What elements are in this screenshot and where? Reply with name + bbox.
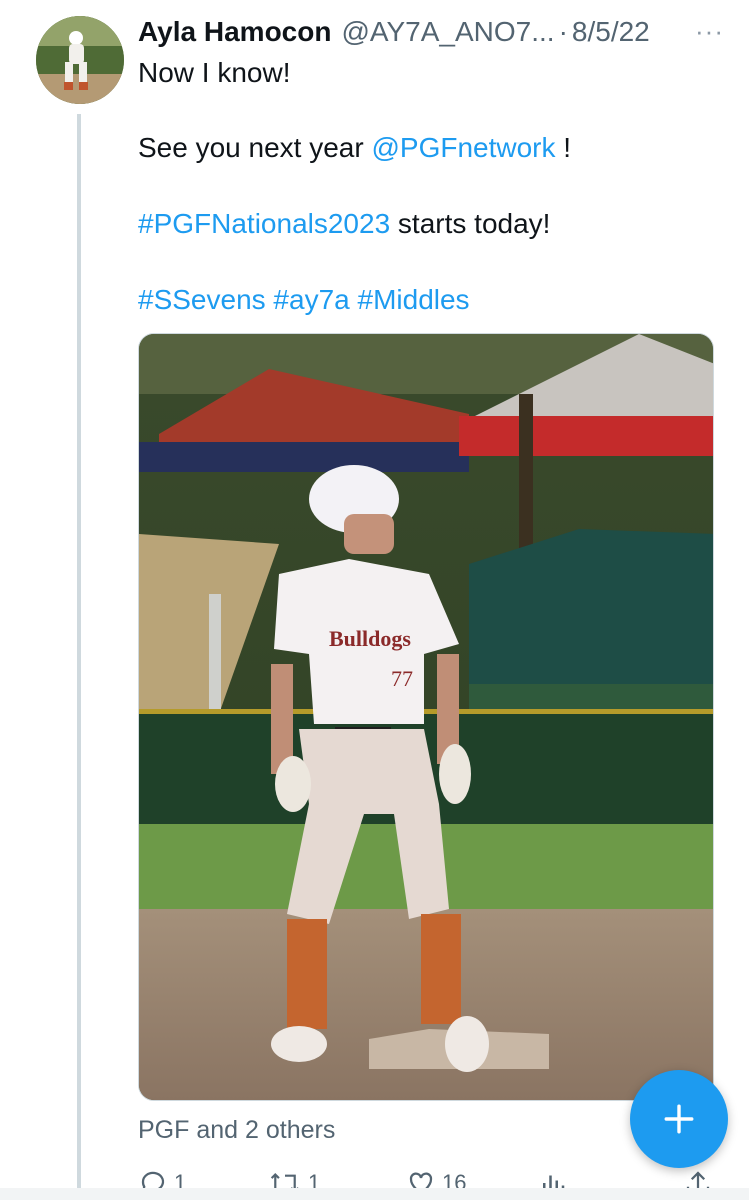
hashtag-link[interactable]: #SSevens	[138, 284, 266, 315]
mention-link[interactable]: @PGFnetwork	[371, 132, 555, 163]
tweet-text: See you next year	[138, 132, 372, 163]
plus-icon	[664, 1104, 694, 1134]
hashtag-link[interactable]: #PGFNationals2023	[138, 208, 390, 239]
hashtag-link[interactable]: #Middles	[358, 284, 470, 315]
tweet-line-3: #PGFNationals2023 starts today!	[138, 206, 550, 242]
hashtag-link[interactable]: #ay7a	[273, 284, 349, 315]
tweet-line-2: See you next year @PGFnetwork !	[138, 130, 571, 166]
tweet-header: Ayla Hamocon @AY7A_ANO7... · 8/5/22 ···	[138, 14, 728, 50]
author-handle[interactable]: @AY7A_ANO7...	[341, 16, 554, 48]
thread-line	[77, 114, 81, 1200]
author-avatar[interactable]	[36, 16, 124, 104]
header-separator: ·	[558, 16, 568, 47]
avatar-photo	[36, 16, 124, 104]
author-name[interactable]: Ayla Hamocon	[138, 16, 331, 48]
compose-button[interactable]	[630, 1070, 728, 1168]
tweet-date[interactable]: 8/5/22	[572, 16, 650, 48]
svg-text:77: 77	[391, 666, 413, 691]
tweet-text: starts today!	[390, 208, 551, 239]
svg-text:Bulldogs: Bulldogs	[329, 626, 411, 651]
softball-player-photo: Bulldogs 77	[139, 334, 713, 1100]
tweet-line-4: #SSevens #ay7a #Middles	[138, 282, 470, 318]
bottom-bar	[0, 1188, 749, 1200]
tweet-text: !	[555, 132, 572, 163]
tweet-photo[interactable]: Bulldogs 77	[138, 333, 714, 1101]
more-options-button[interactable]: ···	[695, 16, 724, 47]
tweet-line-1: Now I know!	[138, 57, 291, 88]
social-context[interactable]: PGF and 2 others	[138, 1116, 335, 1145]
